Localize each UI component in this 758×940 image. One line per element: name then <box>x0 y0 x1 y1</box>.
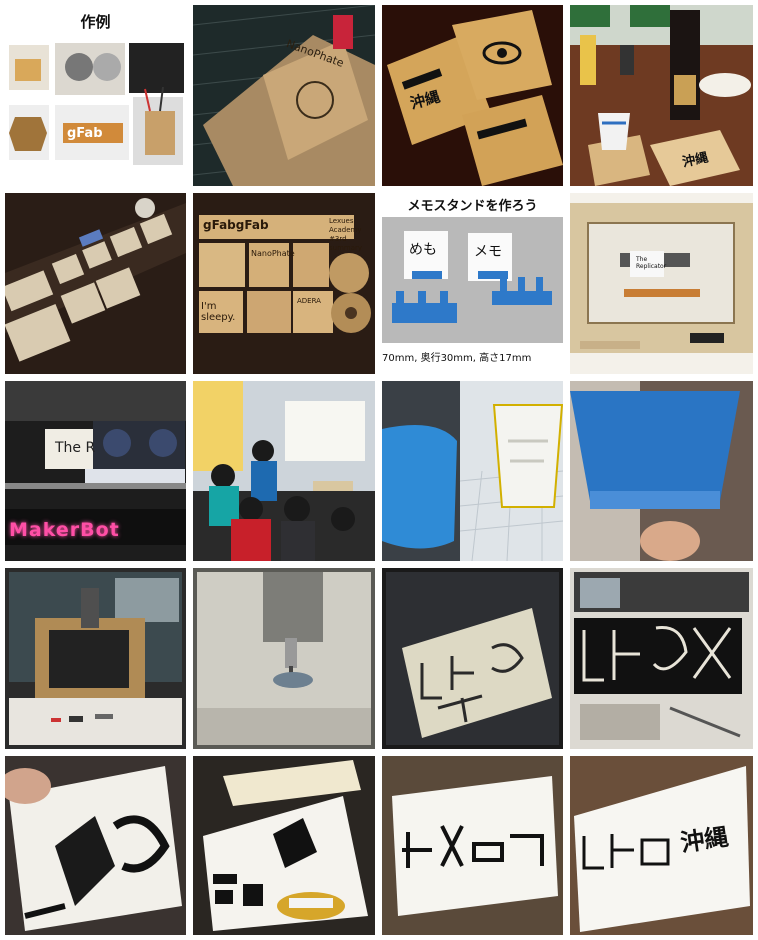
vinyl-cutouts-photo <box>193 756 375 935</box>
tile-makerbot-closeup: The R MakerBot <box>5 381 186 561</box>
replicator-label: The Replicator <box>636 256 667 270</box>
printer-label: The R <box>55 440 96 456</box>
tile-white-sign <box>382 756 563 935</box>
memo-card-left: めも <box>409 242 437 258</box>
replicator-photo <box>570 203 753 353</box>
tile-vinyl-cutouts <box>193 756 375 935</box>
tile-blue-cup-hand <box>570 381 753 561</box>
tile-milled-plate <box>382 568 563 749</box>
photo-collage-grid: 作例 gFab NanoPhate 沖縄 沖縄 gFabgFab NanoPha… <box>0 0 758 940</box>
tile-clear-sign: 沖縄 <box>570 756 753 935</box>
gfab-sample-label: gFab <box>67 126 103 141</box>
tile-cork-stamps: 沖縄 <box>382 5 563 186</box>
tile-cnc-machine <box>5 568 186 749</box>
tile-replicator-printer: The Replicator <box>570 193 753 374</box>
cnc-machine-photo <box>5 568 186 749</box>
tile-milling-bit <box>193 568 375 749</box>
clear-sign-okinawa: 沖縄 <box>678 822 731 858</box>
coasters-table-photo <box>5 193 186 374</box>
sleepy-label: I'm sleepy. <box>201 301 236 323</box>
cup-model-photo <box>382 381 563 561</box>
tile-caption-sample-works: 作例 <box>80 13 111 31</box>
black-sign-photo <box>570 568 753 749</box>
milled-plate-photo <box>382 568 563 749</box>
tile-coasters-on-table <box>5 193 186 374</box>
milling-bit-photo <box>193 568 375 749</box>
tile-sake-coasters: 沖縄 <box>570 5 753 186</box>
tile-sticker-hand <box>5 756 186 935</box>
makerbot-brand: MakerBot <box>9 519 120 541</box>
sticker-hand-photo <box>5 756 186 935</box>
sake-coasters-photo <box>570 5 753 186</box>
memo-card-right: メモ <box>474 244 502 260</box>
lexues-label: Lexues Academy #3rd summary <box>329 217 363 252</box>
memo-stand-photo <box>382 217 563 343</box>
gfab-title-label: gFabgFab <box>203 218 269 232</box>
tile-workshop-group <box>193 381 375 561</box>
workshop-photo <box>193 381 375 561</box>
tile-cork-board-collection: gFabgFab NanoPhate I'm sleepy. Lexues Ac… <box>193 193 375 374</box>
blue-cup-photo <box>570 381 753 561</box>
laser-cutter-photo <box>193 5 375 186</box>
tile-sample-works: 作例 gFab <box>5 5 186 186</box>
memo-stand-dimensions: 70mm, 奥行30mm, 高さ17mm <box>382 353 532 364</box>
tile-black-sign <box>570 568 753 749</box>
adera-label: ADERA <box>297 297 321 305</box>
tile-memo-stand: メモスタンドを作ろう めも メモ 70mm, 奥行30mm, 高さ17mm <box>382 193 563 374</box>
sample-works-photos <box>9 43 184 165</box>
tile-printed-cup-model <box>382 381 563 561</box>
nanophate-small-label: NanoPhate <box>251 249 295 258</box>
tile-laser-cutter-cork: NanoPhate <box>193 5 375 186</box>
white-sign-photo <box>382 756 563 935</box>
